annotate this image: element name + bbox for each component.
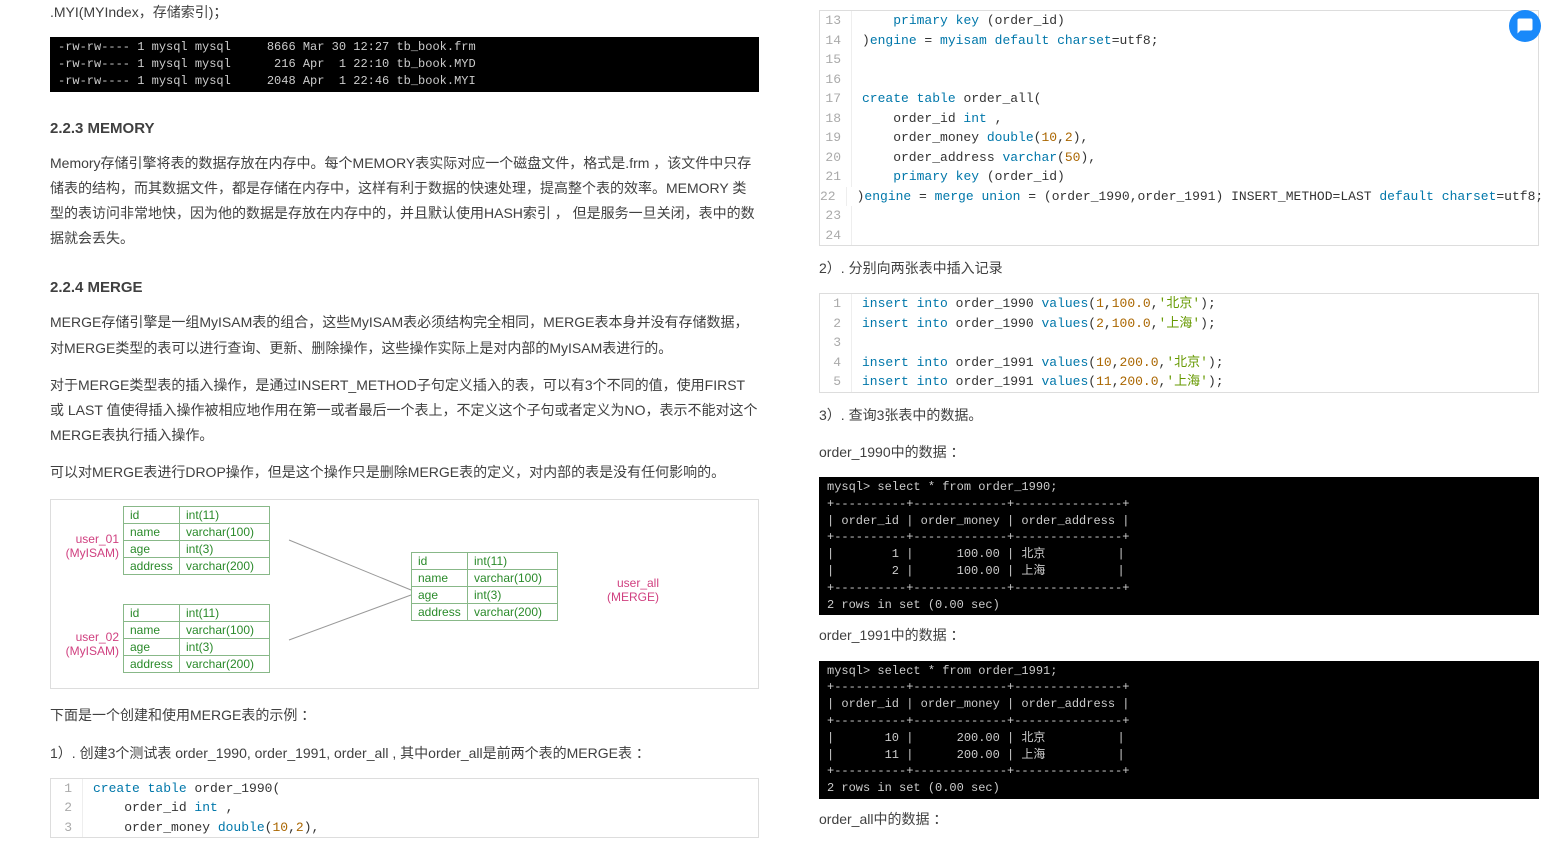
code-line: insert into order_1990 values(2,100.0,'上… [852, 314, 1538, 334]
code-line [852, 50, 1538, 70]
terminal-1990: mysql> select * from order_1990; +------… [819, 477, 1539, 615]
assistant-float-button[interactable] [1509, 10, 1541, 42]
diagram-type: varchar(200) [468, 604, 558, 621]
heading-merge: 2.2.4 MERGE [50, 279, 759, 296]
p-merge-2: 对于MERGE类型表的插入操作，是通过INSERT_METHOD子句定义插入的表… [50, 373, 759, 449]
line-number: 17 [820, 89, 852, 109]
line-number: 2 [51, 798, 83, 818]
p-step3: 3）. 查询3张表中的数据。 [819, 403, 1539, 428]
chat-icon [1516, 17, 1534, 35]
diagram-label-user01: user_01 (MyISAM) [59, 532, 119, 560]
line-number: 2 [820, 314, 852, 334]
diagram-field: age [124, 541, 180, 558]
code-line: create table order_1990( [83, 779, 758, 799]
diagram-field: id [412, 553, 468, 570]
diagram-label-userall: user_all (MERGE) [607, 576, 659, 604]
code-line: order_address varchar(50), [852, 148, 1538, 168]
line-number: 20 [820, 148, 852, 168]
line-number: 21 [820, 167, 852, 187]
code-insert: 1insert into order_1990 values(1,100.0,'… [819, 293, 1539, 393]
code-create-1990: 1create table order_1990(2 order_id int … [50, 778, 759, 839]
diagram-type: int(11) [180, 605, 270, 622]
left-column: .MYI(MYIndex，存储索引)； -rw-rw---- 1 mysql m… [50, 0, 759, 848]
diagram-label-user02: user_02 (MyISAM) [59, 630, 119, 658]
code-line [852, 206, 1538, 226]
diagram-field: name [412, 570, 468, 587]
diagram-table-user01: idint(11)namevarchar(100)ageint(3)addres… [123, 506, 270, 575]
p-1990-label: order_1990中的数据 ： [819, 440, 1539, 465]
p-all-label: order_all中的数据 ： [819, 807, 1539, 832]
code-line: primary key (order_id) [852, 167, 1538, 187]
code-line [852, 333, 1538, 353]
p-1991-label: order_1991中的数据 ： [819, 623, 1539, 648]
diagram-field: name [124, 524, 180, 541]
terminal-ls: -rw-rw---- 1 mysql mysql 8666 Mar 30 12:… [50, 37, 759, 91]
diagram-type: int(3) [468, 587, 558, 604]
code-line: insert into order_1991 values(11,200.0,'… [852, 372, 1538, 392]
line-number: 5 [820, 372, 852, 392]
code-line: create table order_all( [852, 89, 1538, 109]
diagram-type: int(3) [180, 541, 270, 558]
p-merge-3: 可以对MERGE表进行DROP操作，但是这个操作只是删除MERGE表的定义，对内… [50, 460, 759, 485]
diagram-type: varchar(100) [180, 524, 270, 541]
line-number: 24 [820, 226, 852, 246]
p-merge-1: MERGE存储引擎是一组MyISAM表的组合，这些MyISAM表必须结构完全相同… [50, 310, 759, 360]
line-number: 15 [820, 50, 852, 70]
diagram-field: name [124, 622, 180, 639]
diagram-type: varchar(100) [468, 570, 558, 587]
code-line [852, 226, 1538, 246]
code-line [852, 70, 1538, 90]
terminal-1991: mysql> select * from order_1991; +------… [819, 661, 1539, 799]
merge-diagram: user_01 (MyISAM) idint(11)namevarchar(10… [50, 499, 759, 689]
line-number: 19 [820, 128, 852, 148]
line-number: 3 [820, 333, 852, 353]
p-step2: 2）. 分别向两张表中插入记录 [819, 256, 1539, 281]
diagram-field: address [124, 558, 180, 575]
line-number: 1 [51, 779, 83, 799]
diagram-type: int(3) [180, 639, 270, 656]
line-number: 14 [820, 31, 852, 51]
diagram-table-user02: idint(11)namevarchar(100)ageint(3)addres… [123, 604, 270, 673]
diagram-type: int(11) [468, 553, 558, 570]
line-number: 22 [820, 187, 847, 207]
code-line: )engine = merge union = (order_1990,orde… [847, 187, 1544, 207]
p-memory: Memory存储引擎将表的数据存放在内存中。每个MEMORY表实际对应一个磁盘文… [50, 151, 759, 252]
line-number: 1 [820, 294, 852, 314]
p-example: 下面是一个创建和使用MERGE表的示例 ： [50, 703, 759, 728]
code-create-continued: 13 primary key (order_id)14)engine = myi… [819, 10, 1539, 246]
diagram-type: varchar(100) [180, 622, 270, 639]
code-line: )engine = myisam default charset=utf8; [852, 31, 1538, 51]
heading-memory: 2.2.3 MEMORY [50, 120, 759, 137]
diagram-type: varchar(200) [180, 558, 270, 575]
line-number: 3 [51, 818, 83, 838]
code-line: primary key (order_id) [852, 11, 1538, 31]
diagram-table-userall: idint(11)namevarchar(100)ageint(3)addres… [411, 552, 558, 621]
code-line: order_id int , [83, 798, 758, 818]
diagram-type: int(11) [180, 507, 270, 524]
diagram-field: address [124, 656, 180, 673]
line-number: 16 [820, 70, 852, 90]
line-number: 23 [820, 206, 852, 226]
code-line: insert into order_1990 values(1,100.0,'北… [852, 294, 1538, 314]
right-column: 13 primary key (order_id)14)engine = myi… [819, 0, 1539, 848]
code-line: order_id int , [852, 109, 1538, 129]
code-line: order_money double(10,2), [852, 128, 1538, 148]
line-number: 18 [820, 109, 852, 129]
myi-line: .MYI(MYIndex，存储索引)； [50, 0, 759, 25]
diagram-field: id [124, 605, 180, 622]
diagram-field: id [124, 507, 180, 524]
diagram-field: age [412, 587, 468, 604]
code-line: order_money double(10,2), [83, 818, 758, 838]
diagram-field: address [412, 604, 468, 621]
diagram-field: age [124, 639, 180, 656]
code-line: insert into order_1991 values(10,200.0,'… [852, 353, 1538, 373]
diagram-type: varchar(200) [180, 656, 270, 673]
p-step1: 1）. 创建3个测试表 order_1990, order_1991, orde… [50, 741, 759, 766]
line-number: 13 [820, 11, 852, 31]
line-number: 4 [820, 353, 852, 373]
